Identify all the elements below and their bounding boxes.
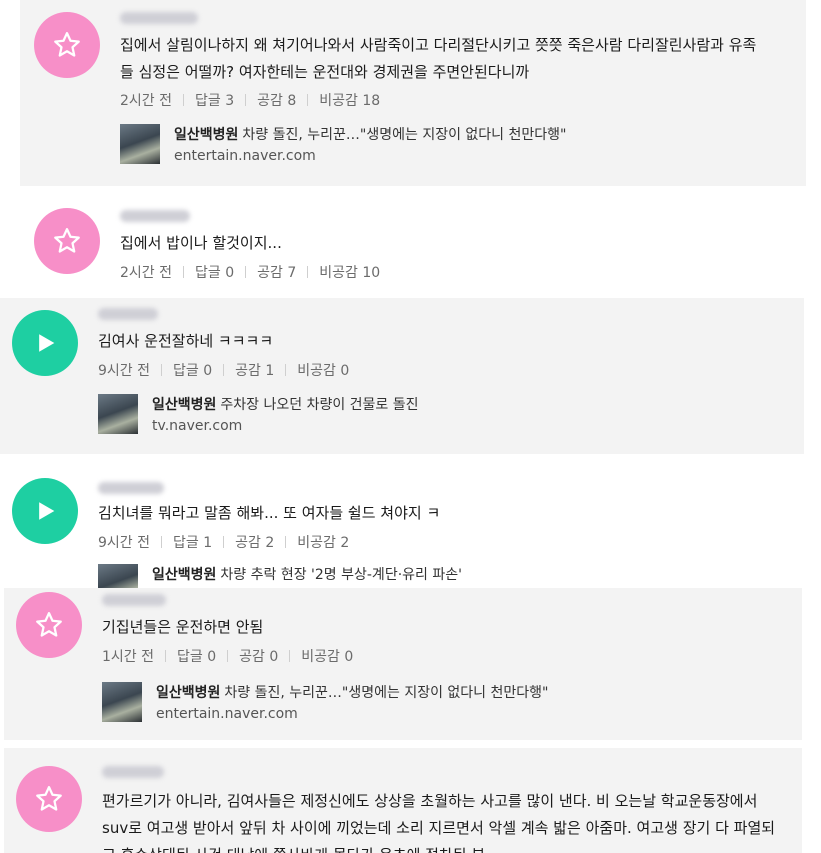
- comment-time: 2시간 전: [120, 93, 172, 109]
- article-thumbnail[interactable]: [98, 394, 138, 434]
- avatar[interactable]: [16, 766, 82, 832]
- comment-meta: 9시간 전 답글 0 공감 1 비공감 0: [98, 360, 349, 380]
- comment-meta: 2시간 전 답글 3 공감 8 비공감 18: [120, 90, 380, 110]
- like-button[interactable]: 공감 0: [239, 646, 278, 666]
- article-source: 일산백병원: [174, 127, 239, 143]
- reply-button[interactable]: 답글 0: [173, 360, 212, 380]
- username-blurred: [102, 594, 166, 606]
- comment-card: 김여사 운전잘하네 ㅋㅋㅋㅋ 9시간 전 답글 0 공감 1 비공감 0 일산백…: [0, 298, 804, 454]
- article-link[interactable]: 일산백병원 차량 돌진, 누리꾼…"생명에는 지장이 없다니 천만다행": [156, 682, 548, 702]
- dislike-button[interactable]: 비공감 0: [301, 646, 353, 666]
- comment-card: 집에서 살림이나하지 왜 쳐기어나와서 사람죽이고 다리절단시키고 쯧쯧 죽은사…: [20, 0, 806, 186]
- avatar[interactable]: [16, 592, 82, 658]
- star-icon: [54, 228, 80, 253]
- like-button[interactable]: 공감 7: [257, 262, 296, 282]
- avatar[interactable]: [34, 208, 100, 274]
- username-blurred: [102, 766, 164, 778]
- comment-card: 집에서 밥이나 할것이지... 2시간 전 답글 0 공감 7 비공감 10: [20, 198, 806, 298]
- article-source: 일산백병원: [152, 397, 217, 413]
- dislike-button[interactable]: 비공감 0: [297, 360, 349, 380]
- avatar[interactable]: [12, 310, 78, 376]
- comment-text: 집에서 살림이나하지 왜 쳐기어나와서 사람죽이고 다리절단시키고 쯧쯧 죽은사…: [120, 36, 757, 81]
- article-thumbnail[interactable]: [98, 564, 138, 588]
- username-blurred: [120, 210, 190, 222]
- comment-time: 1시간 전: [102, 649, 154, 665]
- comment-time: 2시간 전: [120, 265, 172, 281]
- like-button[interactable]: 공감 2: [235, 532, 274, 552]
- username-blurred: [120, 12, 198, 24]
- comment-text: 집에서 밥이나 할것이지...: [120, 234, 282, 252]
- comment-text: 기집년들은 운전하면 안됨: [102, 618, 264, 636]
- star-icon: [36, 612, 62, 637]
- article-link[interactable]: 일산백병원 차량 돌진, 누리꾼…"생명에는 지장이 없다니 천만다행": [174, 124, 566, 144]
- article-url[interactable]: tv.naver.com: [152, 418, 242, 434]
- like-button[interactable]: 공감 1: [235, 360, 274, 380]
- comment-meta: 1시간 전 답글 0 공감 0 비공감 0: [102, 646, 353, 666]
- comment-meta: 2시간 전 답글 0 공감 7 비공감 10: [120, 262, 380, 282]
- article-url[interactable]: entertain.naver.com: [174, 148, 316, 164]
- article-headline: 주차장 나오던 차량이 건물로 돌진: [220, 397, 419, 413]
- comment-card: 기집년들은 운전하면 안됨 1시간 전 답글 0 공감 0 비공감 0 일산백병…: [4, 588, 802, 740]
- avatar[interactable]: [34, 12, 100, 78]
- comment-meta: 9시간 전 답글 1 공감 2 비공감 2: [98, 532, 349, 552]
- star-icon: [36, 786, 62, 811]
- comment-text: 김치녀를 뭐라고 말좀 해봐... 또 여자들 쉴드 쳐야지 ㅋ: [98, 504, 441, 522]
- article-headline: 차량 돌진, 누리꾼…"생명에는 지장이 없다니 천만다행": [242, 127, 567, 143]
- dislike-button[interactable]: 비공감 18: [319, 90, 380, 110]
- avatar[interactable]: [12, 478, 78, 544]
- comment-card: 김치녀를 뭐라고 말좀 해봐... 또 여자들 쉴드 쳐야지 ㅋ 9시간 전 답…: [0, 466, 804, 588]
- reply-button[interactable]: 답글 0: [195, 262, 234, 282]
- reply-button[interactable]: 답글 3: [195, 90, 234, 110]
- comment-text: 김여사 운전잘하네 ㅋㅋㅋㅋ: [98, 332, 274, 350]
- article-headline: 차량 추락 현장 '2명 부상-계단·유리 파손': [220, 567, 462, 583]
- comment-time: 9시간 전: [98, 535, 150, 551]
- article-headline: 차량 돌진, 누리꾼…"생명에는 지장이 없다니 천만다행": [224, 685, 549, 701]
- article-link[interactable]: 일산백병원 주차장 나오던 차량이 건물로 돌진: [152, 394, 419, 414]
- article-thumbnail[interactable]: [102, 682, 142, 722]
- reply-button[interactable]: 답글 0: [177, 646, 216, 666]
- play-icon: [39, 502, 55, 520]
- dislike-button[interactable]: 비공감 10: [319, 262, 380, 282]
- play-icon: [39, 334, 55, 352]
- comment-card: 편가르기가 아니라, 김여사들은 제정신에도 상상을 초월하는 사고를 많이 낸…: [4, 748, 802, 853]
- comment-time: 9시간 전: [98, 363, 150, 379]
- article-source: 일산백병원: [156, 685, 221, 701]
- article-url[interactable]: entertain.naver.com: [156, 706, 298, 722]
- dislike-button[interactable]: 비공감 2: [297, 532, 349, 552]
- reply-button[interactable]: 답글 1: [173, 532, 212, 552]
- username-blurred: [98, 308, 158, 320]
- article-source: 일산백병원: [152, 567, 217, 583]
- article-link[interactable]: 일산백병원 차량 추락 현장 '2명 부상-계단·유리 파손': [152, 564, 462, 584]
- comment-text: 편가르기가 아니라, 김여사들은 제정신에도 상상을 초월하는 사고를 많이 낸…: [102, 792, 776, 853]
- star-icon: [54, 32, 80, 57]
- username-blurred: [98, 482, 164, 494]
- article-thumbnail[interactable]: [120, 124, 160, 164]
- like-button[interactable]: 공감 8: [257, 90, 296, 110]
